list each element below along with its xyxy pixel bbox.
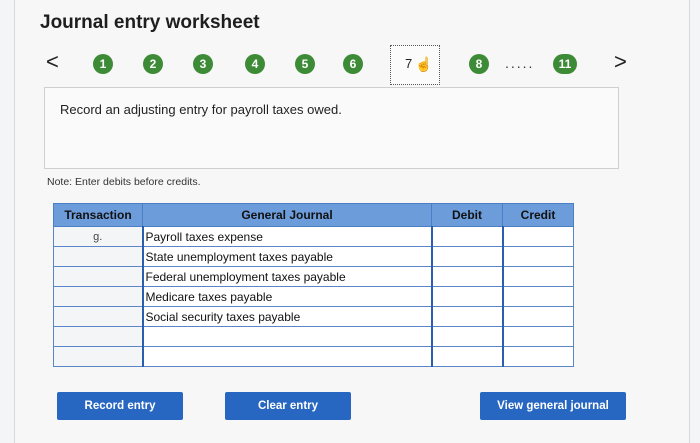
credit-cell[interactable] bbox=[501, 326, 574, 347]
account-cell[interactable] bbox=[141, 346, 432, 367]
prev-step-icon[interactable]: < bbox=[46, 50, 59, 74]
account-cell[interactable]: Social security taxes payable bbox=[141, 306, 432, 327]
table-row: g. Payroll taxes expense bbox=[53, 226, 574, 247]
debit-cell[interactable] bbox=[430, 286, 503, 307]
step-5-button[interactable]: 5 bbox=[295, 54, 315, 74]
table-row: State unemployment taxes payable bbox=[53, 246, 574, 267]
account-cell[interactable]: State unemployment taxes payable bbox=[141, 246, 432, 267]
account-cell[interactable]: Payroll taxes expense bbox=[141, 226, 432, 247]
credit-cell[interactable] bbox=[501, 246, 574, 267]
step-ellipsis: ..... bbox=[505, 55, 535, 71]
credit-cell[interactable] bbox=[501, 306, 574, 327]
note-text: Note: Enter debits before credits. bbox=[47, 176, 201, 188]
table-row: Medicare taxes payable bbox=[53, 286, 574, 307]
table-row: Social security taxes payable bbox=[53, 306, 574, 327]
next-step-icon[interactable]: > bbox=[614, 50, 627, 74]
transaction-cell[interactable] bbox=[53, 286, 143, 307]
step-2-button[interactable]: 2 bbox=[143, 54, 163, 74]
account-cell[interactable] bbox=[141, 326, 432, 347]
view-general-journal-button[interactable]: View general journal bbox=[480, 392, 626, 420]
debit-cell[interactable] bbox=[430, 246, 503, 267]
step-4-button[interactable]: 4 bbox=[245, 54, 265, 74]
debit-cell[interactable] bbox=[430, 226, 503, 247]
transaction-cell[interactable]: g. bbox=[53, 226, 143, 247]
table-row bbox=[53, 326, 574, 347]
step-8-button[interactable]: 8 bbox=[469, 54, 489, 74]
debit-cell[interactable] bbox=[430, 326, 503, 347]
col-general-journal: General Journal bbox=[142, 203, 432, 227]
step-7-current[interactable]: 7 ☝ bbox=[390, 45, 440, 85]
transaction-cell[interactable] bbox=[53, 346, 143, 367]
col-transaction: Transaction bbox=[53, 203, 143, 227]
journal-table: Transaction General Journal Debit Credit… bbox=[53, 203, 574, 367]
transaction-cell[interactable] bbox=[53, 326, 143, 347]
transaction-cell[interactable] bbox=[53, 266, 143, 287]
prompt-box: Record an adjusting entry for payroll ta… bbox=[44, 87, 619, 169]
prompt-text: Record an adjusting entry for payroll ta… bbox=[60, 102, 342, 117]
credit-cell[interactable] bbox=[501, 226, 574, 247]
step-3-button[interactable]: 3 bbox=[193, 54, 213, 74]
debit-cell[interactable] bbox=[430, 266, 503, 287]
account-cell[interactable]: Federal unemployment taxes payable bbox=[141, 266, 432, 287]
table-row bbox=[53, 346, 574, 367]
col-credit: Credit bbox=[502, 203, 574, 227]
page-title: Journal entry worksheet bbox=[40, 12, 260, 33]
debit-cell[interactable] bbox=[430, 306, 503, 327]
hand-pointer-icon: ☝ bbox=[415, 56, 433, 72]
account-cell[interactable]: Medicare taxes payable bbox=[141, 286, 432, 307]
credit-cell[interactable] bbox=[501, 346, 574, 367]
credit-cell[interactable] bbox=[501, 286, 574, 307]
debit-cell[interactable] bbox=[430, 346, 503, 367]
step-11-button[interactable]: 11 bbox=[553, 54, 577, 74]
step-7-label: 7 bbox=[405, 56, 413, 71]
step-1-button[interactable]: 1 bbox=[93, 54, 113, 74]
transaction-cell[interactable] bbox=[53, 306, 143, 327]
col-debit: Debit bbox=[431, 203, 503, 227]
clear-entry-button[interactable]: Clear entry bbox=[225, 392, 351, 420]
credit-cell[interactable] bbox=[501, 266, 574, 287]
table-row: Federal unemployment taxes payable bbox=[53, 266, 574, 287]
page: Journal entry worksheet < 1 2 3 4 5 6 7 … bbox=[0, 0, 700, 443]
step-6-button[interactable]: 6 bbox=[343, 54, 363, 74]
transaction-cell[interactable] bbox=[53, 246, 143, 267]
record-entry-button[interactable]: Record entry bbox=[57, 392, 183, 420]
